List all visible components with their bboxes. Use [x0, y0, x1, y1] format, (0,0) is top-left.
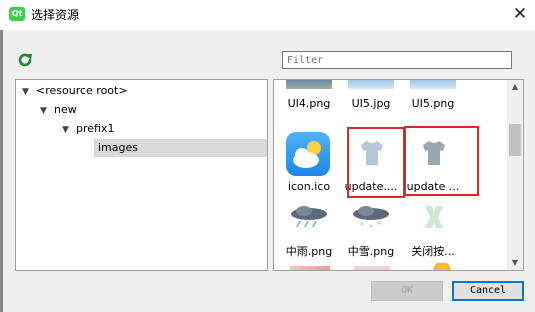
- qt-logo-icon: Qt: [9, 7, 25, 21]
- scroll-down-icon[interactable]: ▼: [507, 256, 523, 270]
- file-item[interactable]: 中雨.png: [278, 200, 340, 260]
- tree-item-label: prefix1: [76, 122, 115, 135]
- close-button[interactable]: ✕: [505, 0, 535, 30]
- image-thumbnail: [348, 80, 394, 89]
- highlight-box: [347, 127, 405, 198]
- highlight-box: [404, 126, 479, 196]
- chevron-down-icon[interactable]: ▼: [40, 102, 54, 120]
- image-thumbnail: [430, 263, 454, 270]
- reload-icon[interactable]: [17, 52, 33, 68]
- image-thumbnail: [354, 266, 390, 270]
- window-edge: [0, 30, 3, 312]
- snow-cloud-icon: [353, 206, 389, 228]
- tree-item-label: new: [54, 103, 77, 116]
- tree-item-new[interactable]: ▼ new: [40, 101, 77, 119]
- file-item-icon-ico[interactable]: icon.ico: [278, 126, 340, 196]
- resource-tree[interactable]: ▼ <resource root> ▼ new ▼ prefix1 images: [15, 79, 268, 271]
- file-label: 关闭按...: [411, 245, 455, 258]
- tree-item-resource-root[interactable]: ▼ <resource root>: [22, 82, 128, 100]
- resource-file-list[interactable]: UI4.png UI5.jpg UI5.png icon.ico update.…: [273, 79, 524, 271]
- scrollbar-thumb[interactable]: [509, 124, 521, 156]
- file-label: UI5.png: [411, 97, 455, 110]
- image-thumbnail: [410, 80, 456, 89]
- file-item[interactable]: 关闭按...: [402, 200, 464, 260]
- weather-cloud-icon: [286, 132, 330, 176]
- image-thumbnail: [290, 266, 330, 270]
- chevron-down-icon[interactable]: ▼: [62, 121, 76, 139]
- ok-button[interactable]: OK: [371, 281, 443, 301]
- file-label: UI4.png: [287, 97, 331, 110]
- image-thumbnail: [286, 80, 332, 89]
- window-title: 选择资源: [31, 8, 80, 22]
- file-label: UI5.jpg: [351, 97, 391, 110]
- title-bar: Qt 选择资源 ✕: [0, 0, 535, 30]
- scroll-up-icon[interactable]: ▲: [507, 80, 523, 94]
- close-icon: ✕: [512, 4, 528, 24]
- tree-item-label: <resource root>: [36, 84, 128, 97]
- vertical-scrollbar[interactable]: ▲ ▼: [507, 80, 523, 270]
- file-label: icon.ico: [287, 180, 331, 193]
- tree-item-images[interactable]: images: [98, 139, 138, 157]
- file-label: 中雪.png: [347, 245, 395, 258]
- tree-item-prefix1[interactable]: ▼ prefix1: [62, 120, 114, 138]
- file-label: 中雨.png: [285, 245, 333, 258]
- rain-cloud-icon: [291, 206, 327, 228]
- file-item[interactable]: 中雪.png: [340, 200, 402, 260]
- chevron-down-icon[interactable]: ▼: [22, 83, 36, 101]
- tree-item-label: images: [98, 141, 138, 154]
- cancel-button[interactable]: Cancel: [452, 281, 524, 301]
- filter-input[interactable]: [282, 51, 512, 69]
- close-x-icon: [425, 206, 443, 228]
